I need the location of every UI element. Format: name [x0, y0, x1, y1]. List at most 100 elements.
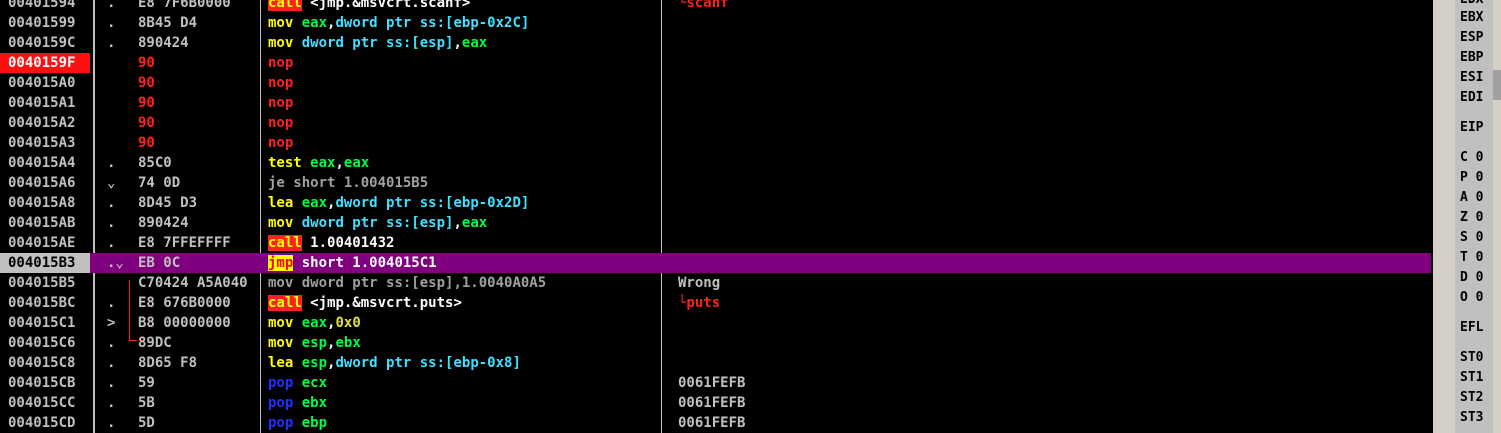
address-cell[interactable]: 004015B5: [0, 273, 90, 293]
address-cell[interactable]: 0040159C: [0, 33, 90, 53]
instruction-row[interactable]: 004015AE. E8 7FFEFFFF call 1.00401432: [0, 233, 1431, 253]
register-label[interactable]: ESI: [1460, 70, 1483, 85]
register-label[interactable]: S 0: [1460, 230, 1483, 245]
instruction-row[interactable]: 004015CB. 59 pop ecx 0061FEFB: [0, 373, 1431, 393]
hex-bytes-cell[interactable]: 74 0D: [138, 173, 260, 193]
comment-cell[interactable]: [678, 193, 1418, 213]
comment-cell[interactable]: └scanf: [678, 0, 1418, 13]
instruction-row[interactable]: 004015A3 90 nop: [0, 133, 1431, 153]
disassembly-cell[interactable]: pop ebp: [268, 413, 658, 433]
instruction-row[interactable]: 004015AB. 890424 mov dword ptr ss:[esp],ea…: [0, 213, 1431, 233]
disassembly-cell[interactable]: lea eax,dword ptr ss:[ebp-0x2D]: [268, 193, 658, 213]
register-label[interactable]: C 0: [1460, 150, 1483, 165]
comment-cell[interactable]: [678, 253, 1418, 273]
instruction-row[interactable]: 004015A8. 8D45 D3 lea eax,dword ptr ss:[eb…: [0, 193, 1431, 213]
disassembly-cell[interactable]: nop: [268, 113, 658, 133]
disassembly-cell[interactable]: nop: [268, 53, 658, 73]
disassembly-cell[interactable]: nop: [268, 93, 658, 113]
instruction-row[interactable]: 00401599. 8B45 D4 mov eax,dword ptr ss:[eb…: [0, 13, 1431, 33]
comment-cell[interactable]: [678, 53, 1418, 73]
comment-cell[interactable]: └puts: [678, 293, 1418, 313]
register-label[interactable]: EBX: [1460, 10, 1483, 25]
comment-cell[interactable]: [678, 113, 1418, 133]
address-cell[interactable]: 004015B3: [0, 253, 90, 273]
comment-cell[interactable]: [678, 313, 1418, 333]
hex-bytes-cell[interactable]: 59: [138, 373, 260, 393]
register-label[interactable]: EBP: [1460, 50, 1483, 65]
hex-bytes-cell[interactable]: 90: [138, 73, 260, 93]
hex-bytes-cell[interactable]: 89DC: [138, 333, 260, 353]
registers-pane[interactable]: EDX EBX ESP EBP ESI EDI EIP C 0 P 0 A 0 Z 0 S 0 T 0 D…: [1433, 0, 1501, 433]
disassembly-cell[interactable]: mov dword ptr ss:[esp],1.0040A0A5: [268, 273, 658, 293]
disassembly-cell[interactable]: je short 1.004015B5: [268, 173, 658, 193]
instruction-row[interactable]: 004015C6. 89DC mov esp,ebx: [0, 333, 1431, 353]
hex-bytes-cell[interactable]: EB 0C: [138, 253, 260, 273]
disassembly-cell[interactable]: mov esp,ebx: [268, 333, 658, 353]
comment-cell[interactable]: 0061FEFB: [678, 373, 1418, 393]
disassembly-cell[interactable]: mov eax,dword ptr ss:[ebp-0x2C]: [268, 13, 658, 33]
comment-cell[interactable]: [678, 213, 1418, 233]
disassembly-cell[interactable]: nop: [268, 133, 658, 153]
comment-cell[interactable]: 0061FEFB: [678, 393, 1418, 413]
instruction-row[interactable]: 0040159F 90 nop: [0, 53, 1431, 73]
disassembly-cell[interactable]: call <jmp.&msvcrt.scanf>: [268, 0, 658, 13]
address-cell[interactable]: 004015A0: [0, 73, 90, 93]
disassembly-cell[interactable]: pop ebx: [268, 393, 658, 413]
instruction-row[interactable]: 004015A0 90 nop: [0, 73, 1431, 93]
hex-bytes-cell[interactable]: B8 00000000: [138, 313, 260, 333]
address-cell[interactable]: 004015CB: [0, 373, 90, 393]
instruction-row[interactable]: 004015A1 90 nop: [0, 93, 1431, 113]
address-cell[interactable]: 00401599: [0, 13, 90, 33]
address-cell[interactable]: 004015C8: [0, 353, 90, 373]
instruction-row[interactable]: 004015A4. 85C0 test eax,eax: [0, 153, 1431, 173]
address-cell[interactable]: 004015A4: [0, 153, 90, 173]
hex-bytes-cell[interactable]: E8 7F6B0000: [138, 0, 260, 13]
disassembly-pane[interactable]: 00401594. E8 7F6B0000 call <jmp.&msvcrt.sc…: [0, 0, 1431, 433]
hex-bytes-cell[interactable]: 5D: [138, 413, 260, 433]
disassembly-cell[interactable]: test eax,eax: [268, 153, 658, 173]
register-label[interactable]: ST1: [1460, 370, 1483, 385]
comment-cell[interactable]: [678, 73, 1418, 93]
address-cell[interactable]: 004015CC: [0, 393, 90, 413]
address-cell[interactable]: 004015A6: [0, 173, 90, 193]
hex-bytes-cell[interactable]: 90: [138, 113, 260, 133]
register-label[interactable]: A 0: [1460, 190, 1483, 205]
address-cell[interactable]: 004015C6: [0, 333, 90, 353]
comment-cell[interactable]: Wrong: [678, 273, 1418, 293]
hex-bytes-cell[interactable]: 8D45 D3: [138, 193, 260, 213]
hex-bytes-cell[interactable]: 90: [138, 53, 260, 73]
register-label[interactable]: O 0: [1460, 290, 1483, 305]
disassembly-cell[interactable]: call 1.00401432: [268, 233, 658, 253]
register-label[interactable]: EFL: [1460, 320, 1483, 335]
address-cell[interactable]: 004015A1: [0, 93, 90, 113]
address-cell[interactable]: 00401594: [0, 0, 90, 13]
comment-cell[interactable]: [678, 173, 1418, 193]
register-label[interactable]: Z 0: [1460, 210, 1483, 225]
hex-bytes-cell[interactable]: 85C0: [138, 153, 260, 173]
hex-bytes-cell[interactable]: 8D65 F8: [138, 353, 260, 373]
address-cell[interactable]: 004015A2: [0, 113, 90, 133]
disassembly-cell[interactable]: call <jmp.&msvcrt.puts>: [268, 293, 658, 313]
address-cell[interactable]: 004015A8: [0, 193, 90, 213]
hex-bytes-cell[interactable]: 90: [138, 93, 260, 113]
register-label[interactable]: P 0: [1460, 170, 1483, 185]
hex-bytes-cell[interactable]: 890424: [138, 213, 260, 233]
address-cell[interactable]: 004015A3: [0, 133, 90, 153]
register-label[interactable]: T 0: [1460, 250, 1483, 265]
instruction-row[interactable]: 004015CC. 5B pop ebx 0061FEFB: [0, 393, 1431, 413]
address-cell[interactable]: 004015C1: [0, 313, 90, 333]
disassembly-cell[interactable]: mov dword ptr ss:[esp],eax: [268, 33, 658, 53]
hex-bytes-cell[interactable]: E8 676B0000: [138, 293, 260, 313]
register-label[interactable]: ESP: [1460, 30, 1483, 45]
register-label[interactable]: ST3: [1460, 410, 1483, 425]
scrollbar-thumb[interactable]: [1493, 70, 1501, 100]
hex-bytes-cell[interactable]: 8B45 D4: [138, 13, 260, 33]
address-cell[interactable]: 0040159F: [0, 53, 90, 73]
hex-bytes-cell[interactable]: 890424: [138, 33, 260, 53]
comment-cell[interactable]: [678, 333, 1418, 353]
comment-cell[interactable]: [678, 153, 1418, 173]
instruction-row[interactable]: 004015C8. 8D65 F8 lea esp,dword ptr ss:[eb…: [0, 353, 1431, 373]
address-cell[interactable]: 004015BC: [0, 293, 90, 313]
comment-cell[interactable]: [678, 93, 1418, 113]
comment-cell[interactable]: [678, 33, 1418, 53]
